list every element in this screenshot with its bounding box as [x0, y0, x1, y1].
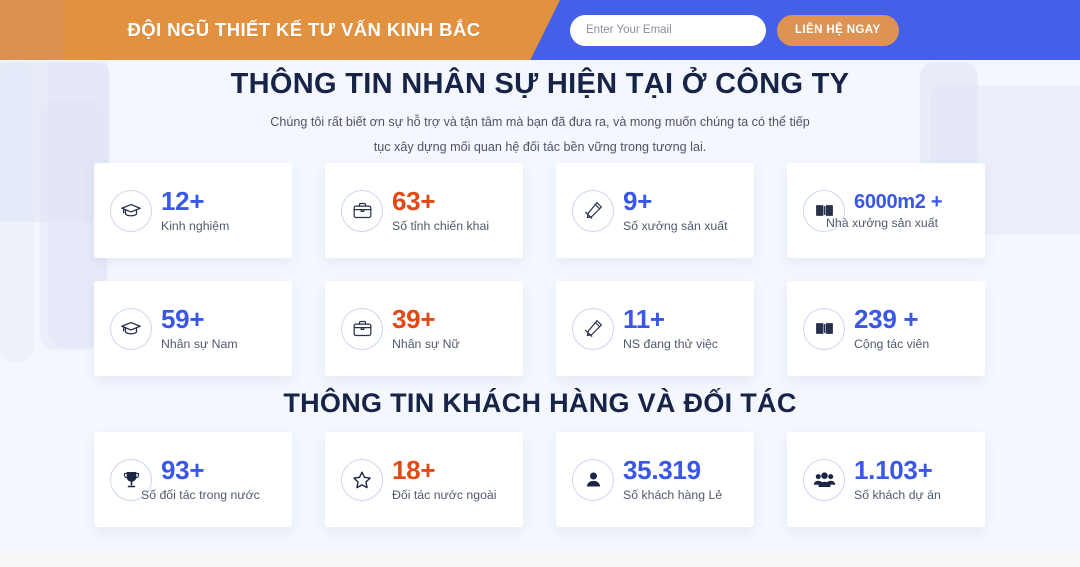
- contact-now-button[interactable]: LIÊN HỆ NGAY: [777, 14, 899, 46]
- person-icon: [572, 458, 614, 501]
- stat-value: 6000m2 +: [854, 190, 943, 213]
- stat-label: Nhân sự Nữ: [392, 336, 460, 351]
- stat-card[interactable]: 93+ Số đối tác trong nước: [94, 432, 292, 527]
- people-group-icon: [803, 458, 845, 501]
- stat-grid-row-1: 12+ Kinh nghiệm 63+ Số tỉnh chiến khai 9…: [94, 163, 986, 258]
- stat-label: Số đối tác trong nước: [141, 487, 260, 502]
- stat-value: 239 +: [854, 304, 919, 335]
- subtitle-line-1: Chúng tôi rất biết ơn sự hỗ trợ và tận t…: [270, 115, 810, 129]
- brand-title: ĐỘI NGŨ THIẾT KẾ TƯ VẤN KINH BẮC: [127, 19, 481, 40]
- stat-text: 239 + Cộng tác viên: [854, 304, 930, 351]
- section-one-title: THÔNG TIN NHÂN SỰ HIỆN TẠI Ở CÔNG TY: [230, 68, 850, 100]
- stat-text: 93+ Số đối tác trong nước: [141, 455, 260, 502]
- stat-text: 59+ Nhân sự Nam: [161, 304, 238, 351]
- stat-label: Số khách dự án: [854, 487, 941, 502]
- stat-label: Số tỉnh chiến khai: [392, 218, 490, 233]
- stat-value: 93+: [161, 455, 205, 486]
- stat-card[interactable]: 63+ Số tỉnh chiến khai: [325, 163, 523, 258]
- stat-text: 63+ Số tỉnh chiến khai: [392, 186, 490, 233]
- section-two-title: THÔNG TIN KHÁCH HÀNG VÀ ĐỐI TÁC: [283, 388, 797, 418]
- section-one-subtitle: Chúng tôi rất biết ơn sự hỗ trợ và tận t…: [240, 110, 840, 160]
- stat-text: 11+ NS đang thử việc: [623, 304, 719, 351]
- stat-card[interactable]: 11+ NS đang thử việc: [556, 281, 754, 376]
- stat-card[interactable]: 39+ Nhân sự Nữ: [325, 281, 523, 376]
- page-root: ĐỘI NGŨ THIẾT KẾ TƯ VẤN KINH BẮC LIÊN HỆ…: [0, 0, 1080, 567]
- ruler-pencil-icon: [572, 189, 614, 232]
- stat-value: 1.103+: [854, 455, 933, 486]
- stat-label: Đối tác nước ngoài: [392, 487, 497, 502]
- subscribe-form: LIÊN HỆ NGAY: [570, 0, 899, 60]
- briefcase-icon: [341, 307, 383, 350]
- header-orange-left-edge: [0, 0, 64, 60]
- stat-card[interactable]: 35.319 Số khách hàng Lẻ: [556, 432, 754, 527]
- stat-grid-row-3: 93+ Số đối tác trong nước 18+ Đối tác nư…: [94, 432, 986, 527]
- open-book-icon: [803, 307, 845, 350]
- stat-text: 1.103+ Số khách dự án: [854, 455, 941, 502]
- stat-text: 12+ Kinh nghiệm: [161, 186, 230, 233]
- stat-text: 6000m2 + Nhà xưởng sản xuất: [826, 190, 943, 230]
- ruler-pencil-icon: [572, 307, 614, 350]
- subtitle-line-2: tục xây dựng mối quan hệ đối tác bền vữn…: [373, 140, 707, 154]
- stat-label: Nhà xưởng sản xuất: [826, 215, 938, 230]
- stat-card[interactable]: 239 + Cộng tác viên: [787, 281, 985, 376]
- stat-card[interactable]: 18+ Đối tác nước ngoài: [325, 432, 523, 527]
- stat-text: 18+ Đối tác nước ngoài: [392, 455, 497, 502]
- stat-label: Số khách hàng Lẻ: [623, 487, 723, 502]
- stat-label: Nhân sự Nam: [161, 336, 238, 351]
- stat-card[interactable]: 9+ Số xưởng sản xuất: [556, 163, 754, 258]
- stat-card[interactable]: 59+ Nhân sự Nam: [94, 281, 292, 376]
- stat-value: 12+: [161, 186, 205, 217]
- bottom-strip: [0, 553, 1080, 567]
- stat-card[interactable]: 1.103+ Số khách dự án: [787, 432, 985, 527]
- graduation-cap-icon: [110, 189, 152, 232]
- stat-label: NS đang thử việc: [623, 336, 719, 351]
- stat-card[interactable]: 12+ Kinh nghiệm: [94, 163, 292, 258]
- stat-text: 39+ Nhân sự Nữ: [392, 304, 460, 351]
- stat-value: 63+: [392, 186, 436, 217]
- stat-label: Kinh nghiệm: [161, 218, 230, 233]
- stat-grid-row-2: 59+ Nhân sự Nam 39+ Nhân sự Nữ 11+ NS đa…: [94, 281, 986, 376]
- graduation-cap-icon: [110, 307, 152, 350]
- stat-label: Cộng tác viên: [854, 336, 930, 351]
- site-header: ĐỘI NGŨ THIẾT KẾ TƯ VẤN KINH BẮC LIÊN HỆ…: [0, 0, 1080, 60]
- stat-value: 35.319: [623, 455, 701, 486]
- stat-value: 11+: [623, 304, 665, 335]
- email-input[interactable]: [570, 14, 766, 46]
- stat-text: 9+ Số xưởng sản xuất: [623, 186, 728, 233]
- stat-label: Số xưởng sản xuất: [623, 218, 728, 233]
- stat-value: 59+: [161, 304, 205, 335]
- star-icon: [341, 458, 383, 501]
- briefcase-icon: [341, 189, 383, 232]
- stat-value: 18+: [392, 455, 436, 486]
- stat-value: 9+: [623, 186, 653, 217]
- stat-value: 39+: [392, 304, 436, 335]
- stat-card[interactable]: 6000m2 + Nhà xưởng sản xuất: [787, 163, 985, 258]
- stat-text: 35.319 Số khách hàng Lẻ: [623, 455, 723, 502]
